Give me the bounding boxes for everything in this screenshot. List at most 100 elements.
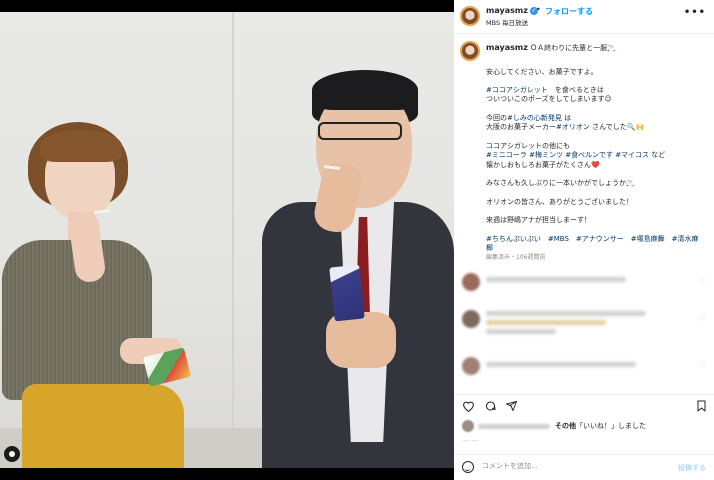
comment-like-icon[interactable]: ♡ [699, 277, 706, 286]
comment-item: ♡ [460, 357, 710, 379]
emoji-icon[interactable] [462, 461, 474, 473]
caption-line [486, 58, 708, 67]
heart-icon[interactable] [462, 400, 475, 412]
caption-line: ココアシガレットの他にも [486, 142, 708, 151]
caption-line [486, 188, 708, 197]
separator-dot: • [536, 5, 541, 14]
comment-text-blurred [486, 329, 556, 334]
caption-line [486, 77, 708, 86]
comments-scroll-area[interactable]: mayasmz ＯＡ終わりに先輩と一服🚬 安心してください、お菓子ですよ。 #ココア… [454, 35, 714, 391]
post-caption: mayasmz ＯＡ終わりに先輩と一服🚬 安心してください、お菓子ですよ。 #ココア… [486, 43, 708, 254]
bookmark-icon[interactable] [696, 400, 707, 412]
caption-line: 安心してください、お菓子ですよ。 [486, 68, 708, 77]
caption-line: みなさんも久しぶりに一本いかがでしょうか🚬 [486, 179, 708, 188]
man-glasses [318, 122, 402, 140]
caption-text: ＯＡ終わりに先輩と一服🚬 [530, 44, 616, 52]
comment-composer: 投稿する [454, 454, 714, 480]
follow-button[interactable]: フォローする [545, 6, 593, 17]
comment-text-blurred [486, 320, 606, 325]
caption-username[interactable]: mayasmz [486, 43, 528, 52]
more-options-icon[interactable]: ••• [684, 7, 706, 18]
comment-input[interactable] [482, 462, 632, 470]
caption-text: 大阪のお菓子メーカー [486, 123, 556, 132]
post-photo[interactable] [0, 12, 454, 468]
comment-like-icon[interactable]: ♡ [699, 361, 706, 370]
liker-name-blurred [478, 424, 550, 429]
hashtag-link[interactable]: #梅ミンツ [529, 151, 563, 159]
caption-text: など [649, 151, 666, 160]
caption-line: #ミニコーラ #梅ミンツ #食べルンです #マイコス など [486, 151, 708, 160]
comment-item: ♡ [460, 310, 710, 334]
woman-bangs [40, 130, 122, 162]
hashtag-link[interactable]: #食べルンです [565, 151, 613, 159]
caption-text [624, 235, 631, 243]
wall-seam [232, 12, 234, 468]
hashtag-link[interactable]: #オリオン [556, 123, 590, 131]
likes-prefix[interactable]: その他 [555, 422, 576, 430]
action-bar [454, 394, 714, 418]
hashtag-link[interactable]: #ちちんぷいぷい [486, 235, 541, 243]
comment-text-blurred [486, 277, 626, 282]
caption-line: 今回の#しみの心新発見 は [486, 114, 708, 123]
woman-skirt [22, 384, 184, 468]
likes-text: その他「いいね！」しました [555, 421, 646, 431]
caption-line: ついついこのポーズをしてしまいます😉 [486, 95, 708, 104]
post-comment-button[interactable]: 投稿する [678, 463, 706, 473]
caption-line: オリオンの皆さん、ありがとうございました！ [486, 198, 708, 207]
caption-line: 大阪のお菓子メーカー#オリオン さんでした🔍🙌 [486, 123, 708, 132]
hashtag-link[interactable]: #マイコス [615, 151, 649, 159]
caption-line [486, 207, 708, 216]
hashtag-link[interactable]: #しみの心新発見 [507, 114, 562, 122]
caption-text: さんでした🔍🙌 [589, 123, 645, 132]
hashtag-link[interactable]: #MBS [548, 235, 569, 243]
avatar[interactable] [460, 6, 480, 26]
caption-text: みなさんも久しぶりに一本いかがでしょうか🚬 [486, 179, 635, 188]
caption-text [665, 235, 672, 243]
share-icon[interactable] [505, 400, 518, 412]
username-text[interactable]: mayasmz [486, 6, 528, 15]
comment-item: ♡ [460, 273, 710, 295]
hashtag-link[interactable]: #ココアシガレット [486, 86, 548, 94]
caption-line: 懐かしおもしろお菓子がたくさん❤️ [486, 161, 708, 170]
author-username[interactable]: mayasmz ✓ [486, 6, 538, 15]
hashtag-link[interactable]: #アナウンサー [576, 235, 624, 243]
caption-text: は [561, 114, 572, 123]
comment-text-blurred [486, 311, 646, 316]
commenter-avatar[interactable] [462, 357, 480, 375]
caption-text: 今回の [486, 114, 507, 123]
caption-meta: 編集済み・106週間前 [486, 254, 546, 261]
post-date: ‥‥ ‥‥ [462, 437, 479, 443]
liker-avatar[interactable] [462, 420, 474, 432]
caption-text [541, 235, 548, 243]
tagged-people-icon[interactable] [4, 446, 20, 462]
location-link[interactable]: MBS 毎日放送 [486, 17, 528, 27]
post-header: mayasmz ✓ • フォローする MBS 毎日放送 ••• [454, 0, 714, 34]
caption-text: を食べるときは [547, 86, 604, 95]
likes-suffix: しました [618, 422, 646, 430]
comment-icon[interactable] [484, 400, 497, 412]
caption-text [569, 235, 576, 243]
caption-line [486, 170, 708, 179]
commenter-avatar[interactable] [462, 310, 480, 328]
hashtag-link[interactable]: #塚島麻舞 [631, 235, 665, 243]
hashtag-link[interactable]: #ミニコーラ [486, 151, 527, 159]
caption-text: ついついこのポーズをしてしまいます😉 [486, 95, 612, 104]
likes-quoted: 「いいね！」 [576, 422, 618, 430]
commenter-avatar[interactable] [462, 273, 480, 291]
caption-line: #ちちんぷいぷい #MBS #アナウンサー #塚島麻舞 #清水麻 [486, 235, 708, 244]
hashtag-link[interactable]: #清水麻 [672, 235, 699, 243]
post-sidebar: mayasmz ✓ • フォローする MBS 毎日放送 ••• mayasmz Ｏ… [454, 0, 714, 480]
caption-text: 来週は野嶋アナが担当しまーす！ [486, 216, 591, 225]
caption-line [486, 105, 708, 114]
caption-text: オリオンの皆さん、ありがとうございました！ [486, 197, 633, 206]
man-hair-top [312, 70, 418, 110]
avatar[interactable] [460, 41, 480, 61]
likes-summary[interactable]: その他「いいね！」しました [460, 420, 710, 434]
caption-line [486, 133, 708, 142]
caption-line: mayasmz ＯＡ終わりに先輩と一服🚬 [486, 43, 708, 53]
caption-line: 来週は野嶋アナが担当しまーす！ [486, 216, 708, 225]
candy-pack-blue [329, 264, 365, 322]
comment-text-blurred [486, 362, 636, 367]
instagram-post-viewer: mayasmz ✓ • フォローする MBS 毎日放送 ••• mayasmz Ｏ… [0, 0, 714, 480]
comment-like-icon[interactable]: ♡ [699, 314, 706, 323]
